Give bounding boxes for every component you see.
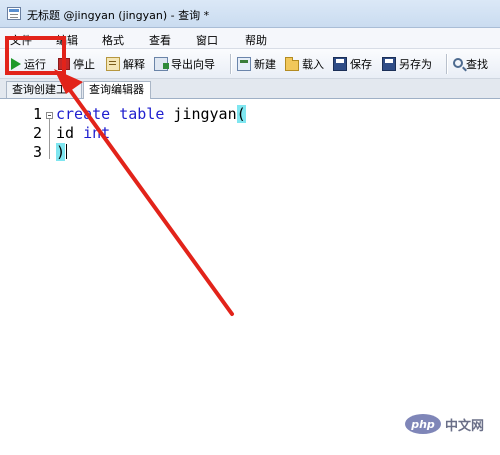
annotation-arrow [54, 69, 234, 316]
watermark: php 中文网 [405, 413, 497, 435]
watermark-text: 中文网 [445, 418, 485, 434]
php-logo: php [405, 414, 441, 434]
